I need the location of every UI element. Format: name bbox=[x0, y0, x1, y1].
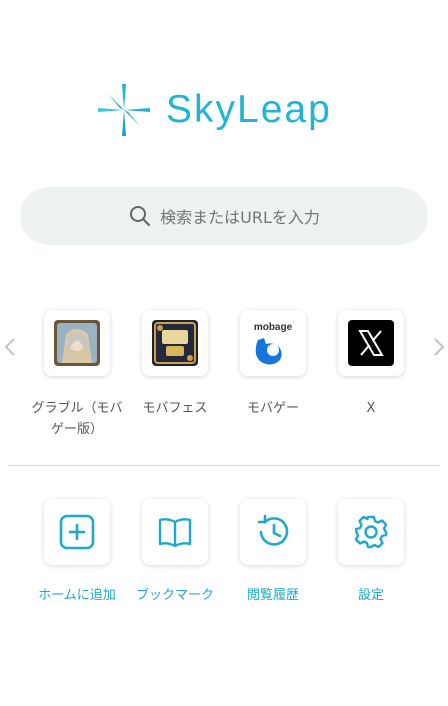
action-label: 設定 bbox=[357, 588, 384, 603]
history-icon bbox=[257, 514, 289, 546]
shortcut-tile[interactable] bbox=[44, 310, 110, 376]
shortcut-tile[interactable] bbox=[338, 310, 404, 376]
gear-icon bbox=[354, 515, 388, 549]
action-label: ブックマーク bbox=[135, 588, 214, 603]
shortcut-label: モバフェス bbox=[142, 401, 208, 416]
search-bar[interactable]: 検索またはURLを入力 bbox=[20, 187, 428, 245]
app-logo: SkyLeap bbox=[96, 82, 356, 138]
action-tile[interactable] bbox=[338, 499, 404, 565]
mobafes-app-icon bbox=[152, 320, 198, 366]
search-icon bbox=[130, 206, 151, 227]
action-label: 閲覧履歴 bbox=[246, 588, 299, 603]
action-label: ホームに追加 bbox=[38, 588, 116, 603]
add-square-icon bbox=[59, 514, 95, 550]
bookmarks-button[interactable]: ブックマーク bbox=[126, 499, 224, 603]
history-button[interactable]: 閲覧履歴 bbox=[224, 499, 322, 603]
action-tile[interactable] bbox=[142, 499, 208, 565]
x-app-icon bbox=[348, 320, 394, 366]
book-open-icon bbox=[158, 518, 192, 548]
action-tile[interactable] bbox=[44, 499, 110, 565]
shortcut-label: X bbox=[366, 401, 376, 416]
shortcut-tile[interactable] bbox=[142, 310, 208, 376]
shortcut-mobage[interactable]: mobage モバゲー bbox=[224, 310, 322, 419]
settings-button[interactable]: 設定 bbox=[322, 499, 420, 603]
action-tile[interactable] bbox=[240, 499, 306, 565]
mobage-app-icon: mobage bbox=[250, 320, 296, 366]
granblue-app-icon bbox=[54, 320, 100, 366]
chevron-right-icon[interactable] bbox=[431, 335, 447, 359]
shortcut-label: グラブル（モバゲー版） bbox=[31, 401, 123, 437]
add-to-home-button[interactable]: ホームに追加 bbox=[28, 499, 126, 603]
mobage-logo-text: mobage bbox=[253, 322, 293, 333]
shortcut-mobafes[interactable]: モバフェス bbox=[126, 310, 224, 419]
search-placeholder: 検索またはURLを入力 bbox=[160, 208, 320, 227]
divider bbox=[8, 465, 440, 466]
shortcut-label: モバゲー bbox=[246, 401, 299, 416]
shortcut-x[interactable]: X bbox=[322, 310, 420, 419]
shortcut-tile[interactable]: mobage bbox=[240, 310, 306, 376]
app-name: SkyLeap bbox=[166, 88, 332, 131]
skyleap-logo-icon bbox=[98, 84, 150, 136]
chevron-left-icon[interactable] bbox=[2, 335, 18, 359]
shortcut-granblue[interactable]: グラブル（モバゲー版） bbox=[28, 310, 126, 440]
